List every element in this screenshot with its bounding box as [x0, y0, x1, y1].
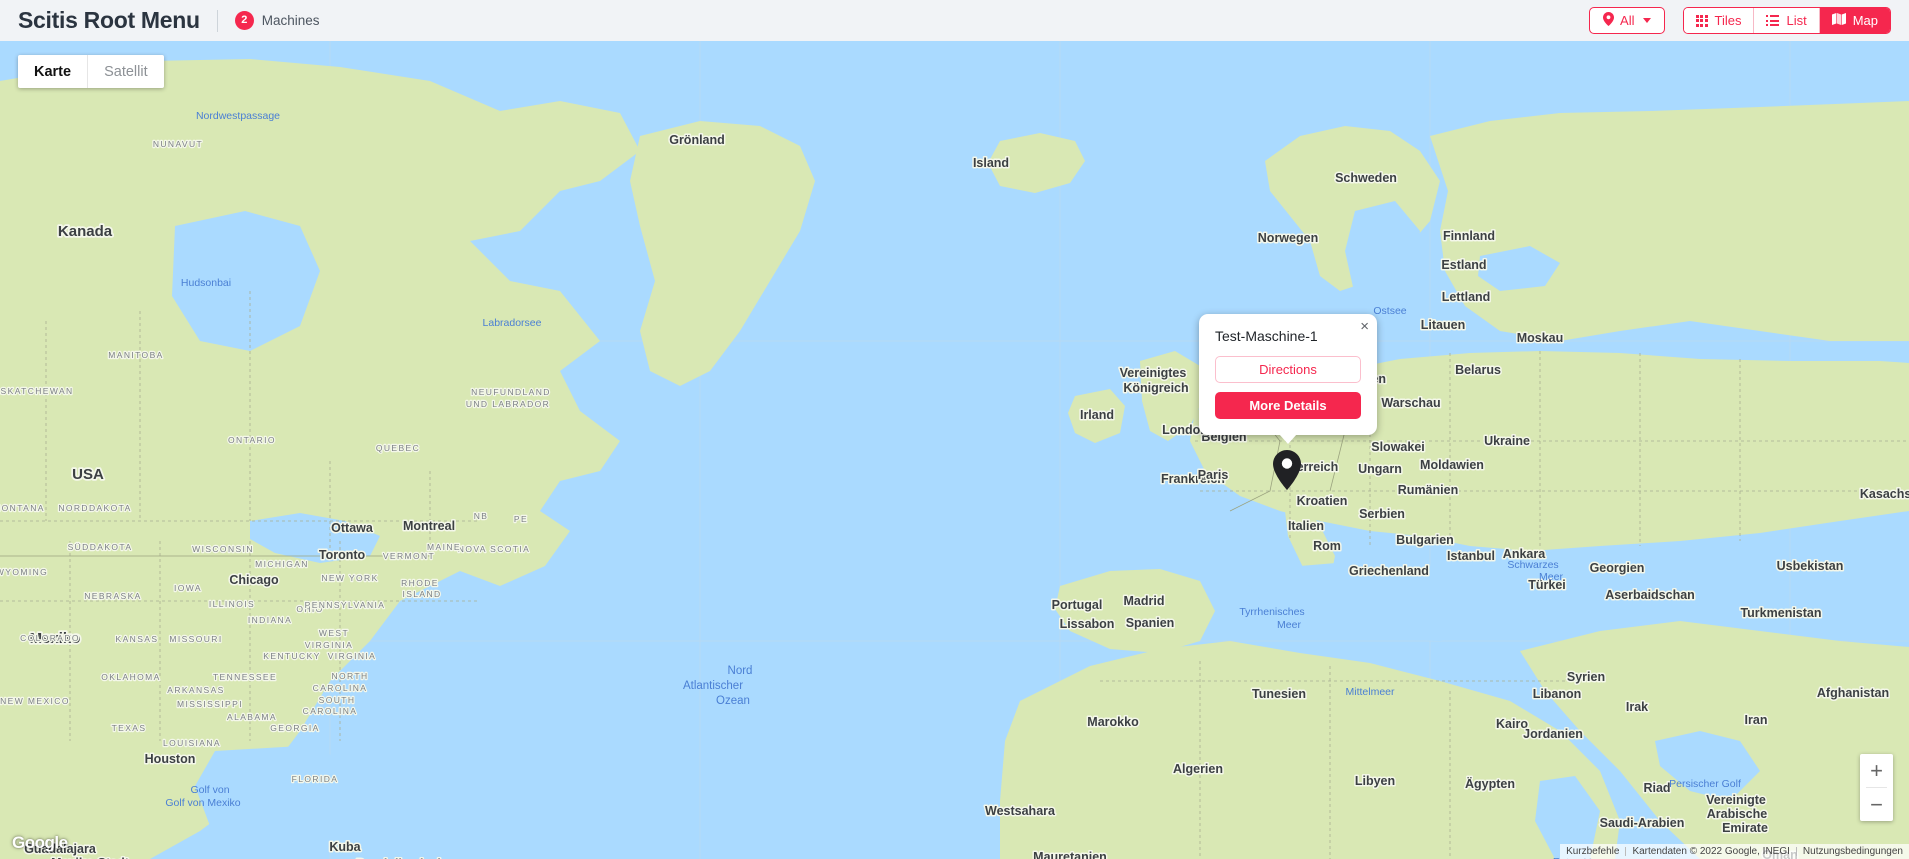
zoom-controls: + − — [1860, 754, 1893, 821]
zoom-in-button[interactable]: + — [1860, 754, 1893, 787]
machine-marker-icon[interactable] — [1273, 450, 1301, 490]
map-tiles: .land { fill:#d9e8b4; } .lake { fill:#aa… — [0, 41, 1909, 859]
chevron-down-icon — [1642, 18, 1651, 23]
map-attribution: Kurzbefehle Kartendaten © 2022 Google, I… — [1560, 844, 1909, 859]
machine-info-window: × Test-Maschine-1 Directions More Detail… — [1199, 314, 1377, 444]
machines-counter: 2 Machines — [234, 11, 320, 30]
close-icon[interactable]: × — [1360, 319, 1369, 334]
grid-icon — [1695, 14, 1708, 27]
basemap-toggle: Karte Satellit — [18, 55, 164, 88]
zoom-out-button[interactable]: − — [1860, 788, 1893, 821]
tab-map-label: Map — [1852, 13, 1878, 28]
google-logo: Google — [12, 833, 68, 852]
map-viewport[interactable]: .land { fill:#d9e8b4; } .lake { fill:#aa… — [0, 41, 1909, 859]
app-header: Scitis Root Menu 2 Machines All Tiles Li… — [0, 0, 1909, 41]
basemap-satellit[interactable]: Satellit — [87, 55, 164, 88]
header-divider — [216, 9, 218, 32]
tab-tiles[interactable]: Tiles — [1683, 8, 1754, 33]
attribution-mapdata: Kartendaten © 2022 Google, INEGI — [1632, 846, 1790, 857]
info-window-title: Test-Maschine-1 — [1215, 328, 1318, 344]
info-window-tail — [1279, 434, 1297, 444]
list-icon — [1766, 15, 1779, 26]
page-title: Scitis Root Menu — [18, 7, 200, 33]
filter-all-button[interactable]: All — [1589, 7, 1665, 34]
location-pin-icon — [1603, 12, 1615, 29]
more-details-button[interactable]: More Details — [1215, 392, 1361, 419]
tab-tiles-label: Tiles — [1714, 13, 1742, 28]
attribution-shortcuts[interactable]: Kurzbefehle — [1560, 846, 1625, 857]
map-icon — [1831, 13, 1846, 28]
status-badge: 2 — [234, 11, 254, 30]
tab-map[interactable]: Map — [1818, 8, 1890, 33]
tab-list-label: List — [1786, 13, 1807, 28]
directions-button[interactable]: Directions — [1215, 356, 1361, 383]
attribution-terms[interactable]: Nutzungsbedingungen — [1797, 846, 1909, 857]
header-controls: All Tiles List Map — [1589, 7, 1891, 34]
tab-list[interactable]: List — [1753, 8, 1819, 33]
filter-all-label: All — [1620, 13, 1635, 28]
basemap-karte[interactable]: Karte — [18, 55, 87, 88]
machines-label: Machines — [261, 13, 320, 28]
view-switcher: Tiles List Map — [1682, 7, 1891, 34]
